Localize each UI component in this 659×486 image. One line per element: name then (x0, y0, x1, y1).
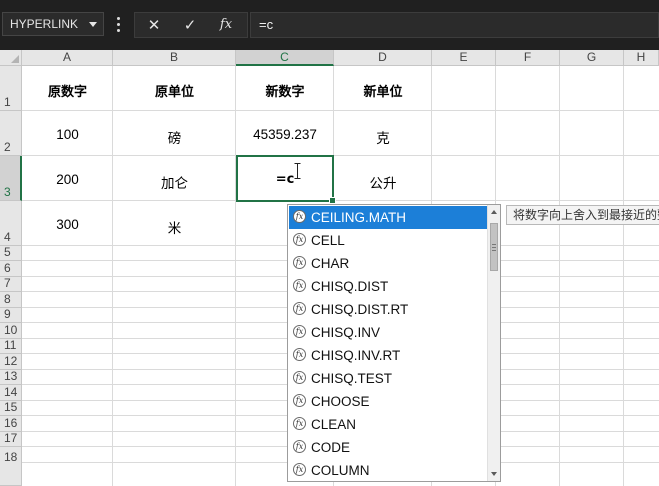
row-header-16[interactable]: 16 (0, 416, 22, 432)
name-box[interactable]: HYPERLINK (2, 12, 104, 36)
autocomplete-item[interactable]: fx CHISQ.INV.RT (289, 344, 487, 367)
column-header-e[interactable]: E (432, 50, 496, 66)
function-icon: fx (293, 394, 306, 407)
column-header-f[interactable]: F (496, 50, 560, 66)
row-header-3[interactable]: 3 (0, 156, 22, 201)
row-header-8[interactable]: 8 (0, 292, 22, 308)
scroll-down-icon[interactable] (491, 472, 497, 476)
formula-input[interactable]: =c (250, 12, 659, 38)
column-header-g[interactable]: G (560, 50, 624, 66)
formula-bar-area: HYPERLINK ✕ ✓ fx =c (0, 0, 659, 50)
row-header-13[interactable]: 13 (0, 369, 22, 385)
row-header-7[interactable]: 7 (0, 276, 22, 292)
autocomplete-item[interactable]: fx CLEAN (289, 413, 487, 436)
function-icon: fx (293, 210, 306, 223)
autocomplete-item[interactable]: fx CHAR (289, 252, 487, 275)
function-icon: fx (293, 279, 306, 292)
function-icon: fx (293, 463, 306, 476)
more-options-icon[interactable] (112, 14, 124, 34)
name-box-value: HYPERLINK (10, 17, 79, 31)
cell-b4[interactable]: 米 (113, 217, 236, 237)
function-icon: fx (293, 417, 306, 430)
cancel-icon[interactable]: ✕ (139, 15, 169, 35)
row-header-11[interactable]: 11 (0, 338, 22, 354)
column-header-d[interactable]: D (334, 50, 432, 66)
scroll-up-icon[interactable] (491, 210, 497, 214)
autocomplete-item[interactable]: fx CHISQ.DIST (289, 275, 487, 298)
cell-c3[interactable]: =c (240, 172, 330, 187)
cell-a3[interactable]: 200 (22, 172, 113, 187)
text-cursor-icon (294, 163, 301, 179)
row-header-15[interactable]: 15 (0, 400, 22, 416)
row-header-12[interactable]: 12 (0, 354, 22, 370)
row-header-1[interactable]: 1 (0, 66, 22, 111)
autocomplete-scrollbar[interactable] (487, 205, 500, 481)
autocomplete-item[interactable]: fx CHISQ.TEST (289, 367, 487, 390)
function-tooltip: 将数字向上舍入到最接近的整 (506, 205, 659, 225)
autocomplete-item[interactable]: fx CHISQ.INV (289, 321, 487, 344)
autocomplete-item[interactable]: fx CHISQ.DIST.RT (289, 298, 487, 321)
cell-a2[interactable]: 100 (22, 127, 113, 142)
cell-c1[interactable]: 新数字 (236, 81, 334, 100)
enter-icon[interactable]: ✓ (175, 15, 205, 35)
function-icon: fx (293, 325, 306, 338)
row-header-6[interactable]: 6 (0, 261, 22, 277)
function-icon: fx (293, 440, 306, 453)
row-header-18[interactable]: 18 (0, 447, 22, 486)
cell-b2[interactable]: 磅 (113, 127, 236, 147)
chevron-down-icon[interactable] (89, 22, 97, 27)
fill-handle[interactable] (329, 197, 336, 204)
select-all-icon (11, 55, 19, 63)
autocomplete-item[interactable]: fx CHOOSE (289, 390, 487, 413)
column-header-a[interactable]: A (22, 50, 113, 66)
cell-d1[interactable]: 新单位 (334, 81, 432, 100)
cell-c2[interactable]: 45359.237 (236, 127, 334, 142)
row-header-2[interactable]: 2 (0, 111, 22, 156)
autocomplete-item[interactable]: fx CODE (289, 436, 487, 459)
row-header-4[interactable]: 4 (0, 201, 22, 246)
column-header-c[interactable]: C (236, 50, 334, 66)
insert-function-icon[interactable]: fx (211, 15, 241, 35)
cell-d3[interactable]: 公升 (334, 172, 432, 192)
cell-d2[interactable]: 克 (334, 127, 432, 147)
row-header-17[interactable]: 17 (0, 431, 22, 447)
function-icon: fx (293, 256, 306, 269)
function-icon: fx (293, 348, 306, 361)
scrollbar-thumb[interactable] (490, 223, 498, 271)
row-header-5[interactable]: 5 (0, 245, 22, 261)
function-icon: fx (293, 371, 306, 384)
cell-a4[interactable]: 300 (22, 217, 113, 232)
cell-b1[interactable]: 原单位 (113, 81, 236, 100)
autocomplete-item[interactable]: fx COLUMN (289, 459, 487, 481)
function-autocomplete-list[interactable]: fx CEILING.MATH fx CELL fx CHAR fx CHISQ.DIS… (287, 204, 501, 482)
column-header-h[interactable]: H (624, 50, 659, 66)
cell-b3[interactable]: 加仑 (113, 172, 236, 192)
function-icon: fx (293, 302, 306, 315)
autocomplete-item[interactable]: fx CEILING.MATH (289, 206, 487, 229)
function-icon: fx (293, 233, 306, 246)
row-header-9[interactable]: 9 (0, 307, 22, 323)
formula-buttons: ✕ ✓ fx (134, 12, 248, 38)
cell-a1[interactable]: 原数字 (22, 81, 113, 100)
row-header-14[interactable]: 14 (0, 385, 22, 401)
column-header-b[interactable]: B (113, 50, 236, 66)
row-header-10[interactable]: 10 (0, 323, 22, 339)
select-all-corner[interactable] (0, 50, 22, 66)
autocomplete-item[interactable]: fx CELL (289, 229, 487, 252)
